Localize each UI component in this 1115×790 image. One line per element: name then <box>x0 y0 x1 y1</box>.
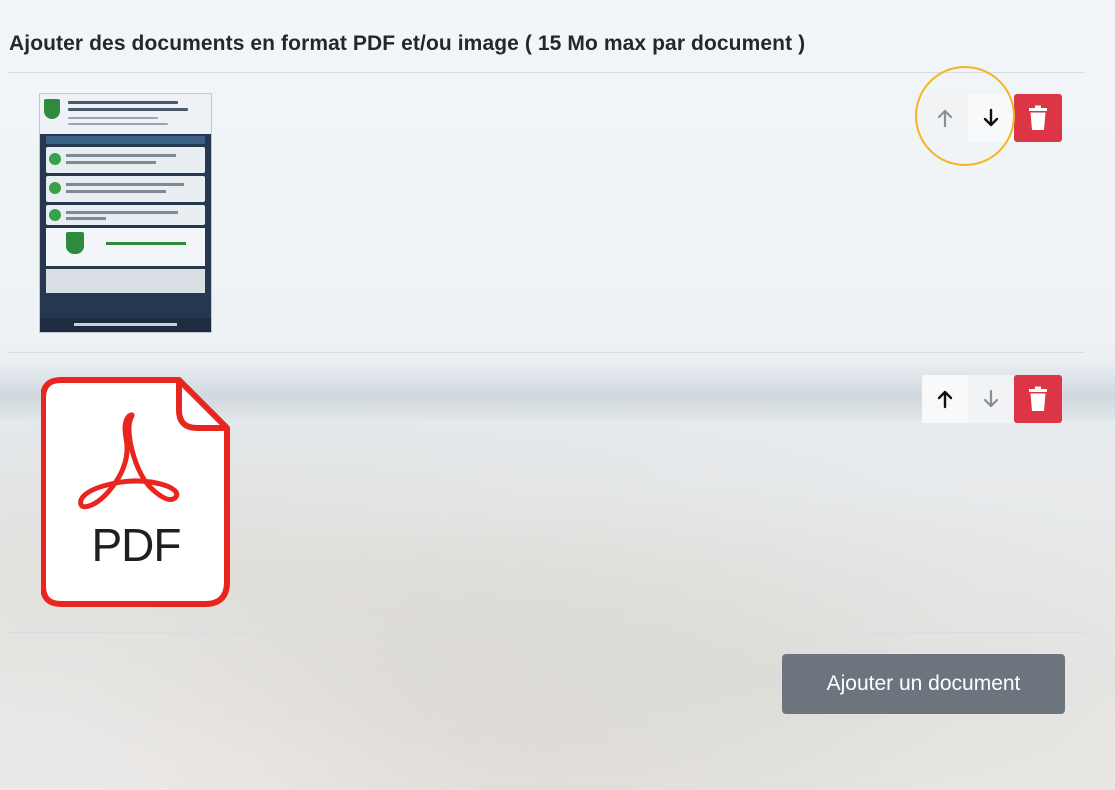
divider <box>8 632 1085 633</box>
trash-icon <box>1029 105 1047 130</box>
document-thumbnail-image <box>40 94 211 332</box>
arrow-down-icon <box>983 108 999 127</box>
move-down-button[interactable] <box>968 375 1014 423</box>
pdf-label: PDF <box>91 519 182 571</box>
thumbnail-band <box>46 136 205 144</box>
delete-button[interactable] <box>1014 94 1062 142</box>
pdf-file-icon <box>41 377 230 607</box>
document-thumbnail-pdf: PDF <box>41 376 231 608</box>
add-document-button[interactable]: Ajouter un document <box>782 654 1065 714</box>
thumbnail-header <box>40 94 211 134</box>
document-2-controls <box>922 375 1062 423</box>
document-1-controls <box>922 94 1062 142</box>
arrow-up-icon <box>937 109 953 128</box>
move-up-button[interactable] <box>922 375 968 423</box>
page-title: Ajouter des documents en format PDF et/o… <box>9 32 806 55</box>
arrow-up-icon <box>937 390 953 409</box>
trash-icon <box>1029 386 1047 411</box>
thumbnail-logo <box>44 99 60 119</box>
move-up-button[interactable] <box>922 94 968 142</box>
delete-button[interactable] <box>1014 375 1062 423</box>
arrow-down-icon <box>983 389 999 408</box>
divider <box>8 72 1085 73</box>
move-down-button[interactable] <box>968 94 1014 142</box>
divider <box>8 352 1085 353</box>
